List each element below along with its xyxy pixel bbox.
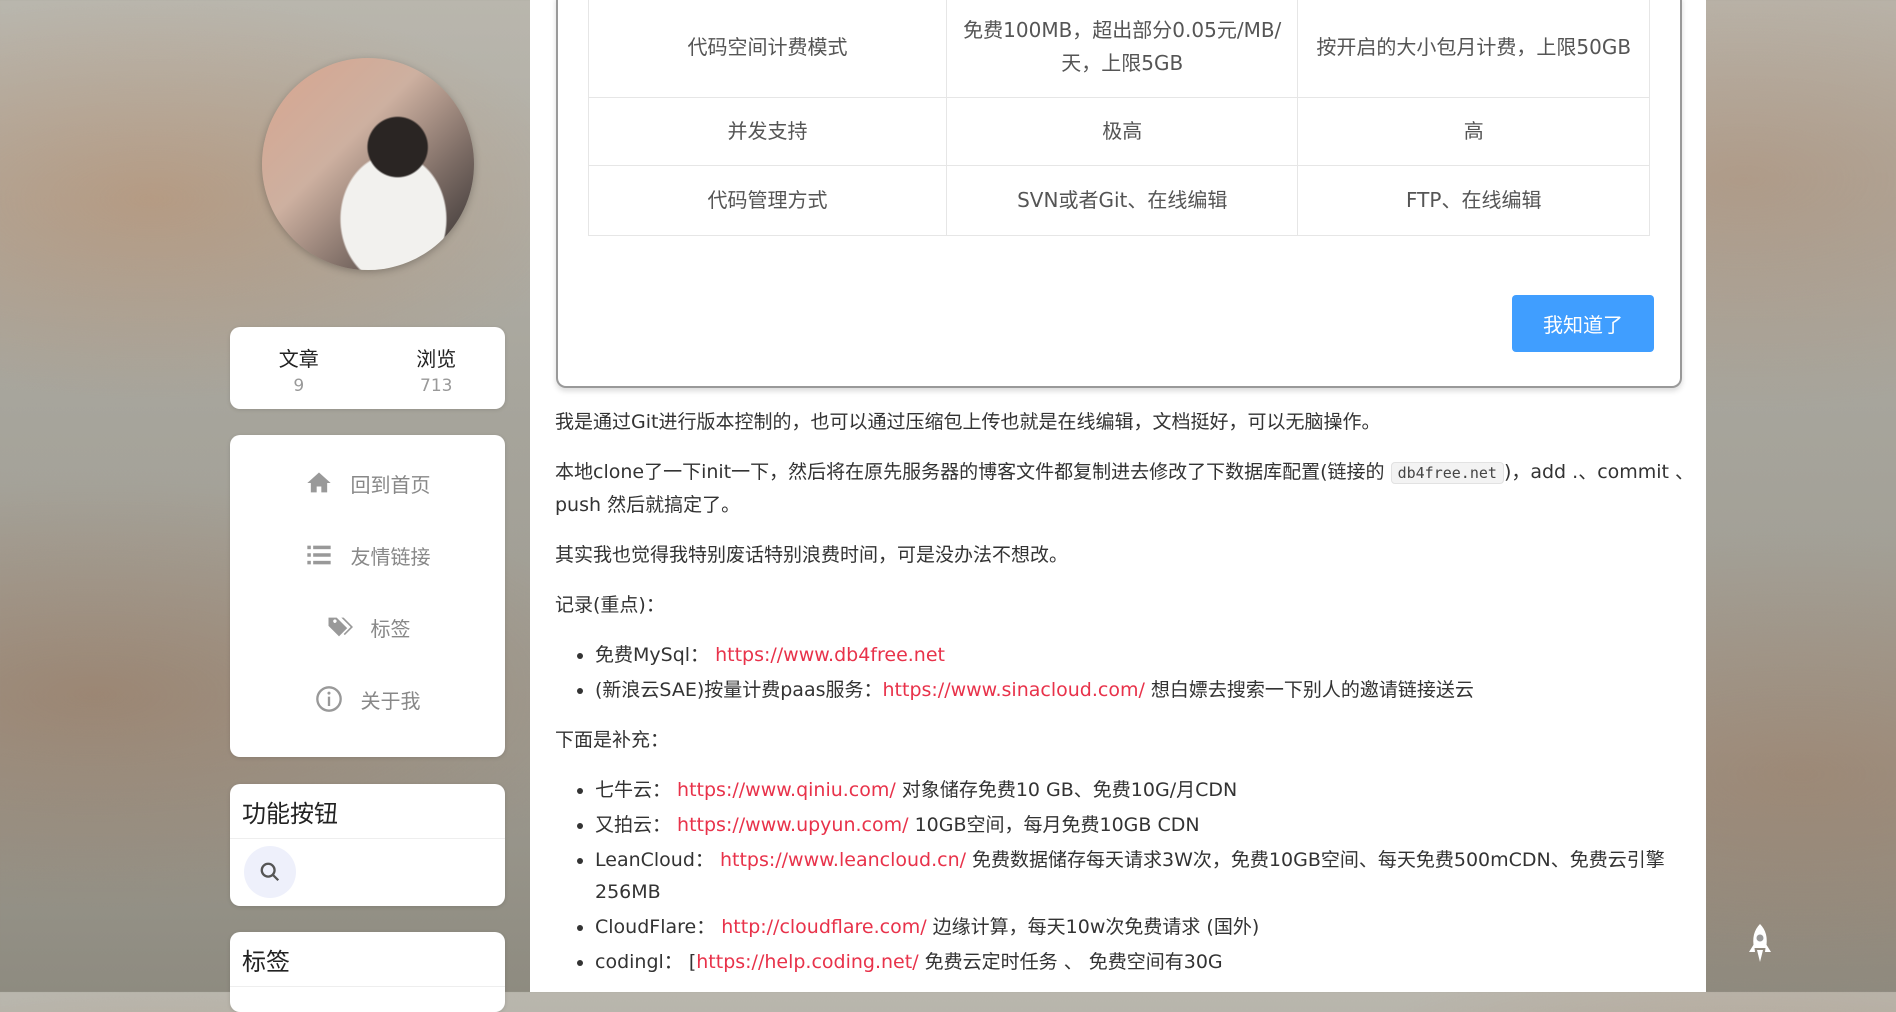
- tags-panel: 标签: [230, 932, 505, 1012]
- paragraph: 其实我也觉得我特别废话特别浪费时间，可是没办法不想改。: [555, 544, 1069, 566]
- back-to-top-rocket-icon[interactable]: [1746, 922, 1774, 966]
- table-cell: SVN或者Git、在线编辑: [945, 165, 1299, 236]
- stats-card: 文章 9 浏览 713: [230, 327, 505, 409]
- stat-label: 浏览: [416, 347, 457, 371]
- stat-views[interactable]: 浏览 713: [368, 327, 506, 409]
- tags-icon: [328, 617, 353, 637]
- stat-label: 文章: [278, 347, 319, 371]
- table-row: 代码空间计费模式 免费100MB，超出部分0.05元/MB/天，上限5GB 按开…: [588, 0, 1650, 98]
- menu-item-about[interactable]: 关于我: [230, 663, 505, 735]
- text: 边缘计算，每天10w次免费请求 (国外): [926, 916, 1260, 938]
- section-title: 记录(重点)：: [555, 594, 665, 616]
- text: 本地clone了一下init一下，然后将在原先服务器的博客文件都复制进去修改了下…: [555, 461, 1391, 483]
- table-cell: 并发支持: [588, 97, 947, 166]
- text: 免费云定时任务 、 免费空间有30G: [918, 951, 1223, 973]
- text: 七牛云：: [595, 779, 678, 801]
- list-item: CloudFlare： http://cloudflare.com/ 边缘计算，…: [595, 911, 1695, 943]
- search-icon: [260, 862, 280, 882]
- menu-item-tags[interactable]: 标签: [230, 591, 505, 663]
- list-item: 又拍云： https://www.upyun.com/ 10GB空间，每月免费1…: [595, 809, 1695, 841]
- table-cell: 高: [1297, 97, 1650, 166]
- table-row: 代码管理方式 SVN或者Git、在线编辑 FTP、在线编辑: [588, 165, 1650, 236]
- text: LeanCloud：: [595, 849, 720, 871]
- text: 又拍云：: [595, 814, 678, 836]
- main-content: 代码空间计费模式 免费100MB，超出部分0.05元/MB/天，上限5GB 按开…: [530, 0, 1706, 992]
- stat-value: 713: [420, 376, 453, 396]
- link[interactable]: http://cloudflare.com/: [721, 916, 926, 938]
- link[interactable]: https://www.db4free.net: [715, 644, 945, 666]
- info-icon: [315, 686, 342, 712]
- panel-title: 功能按钮: [230, 784, 505, 839]
- menu-item-label: 友情链接: [350, 544, 431, 569]
- search-button[interactable]: [244, 846, 296, 898]
- function-panel: 功能按钮: [230, 784, 505, 906]
- text: 免费MySql：: [595, 644, 716, 666]
- link[interactable]: https://www.leancloud.cn/: [720, 849, 966, 871]
- article-body: 我是通过Git进行版本控制的，也可以通过压缩包上传也就是在线编辑，文档挺好，可以…: [555, 406, 1695, 996]
- link[interactable]: https://www.qiniu.com/: [677, 779, 896, 801]
- list-item: (新浪云SAE)按量计费paas服务：https://www.sinacloud…: [595, 674, 1695, 706]
- menu-item-label: 回到首页: [350, 472, 431, 497]
- dialog: 代码空间计费模式 免费100MB，超出部分0.05元/MB/天，上限5GB 按开…: [556, 0, 1682, 388]
- menu-item-links[interactable]: 友情链接: [230, 519, 505, 591]
- menu-item-label: 标签: [370, 616, 411, 641]
- text: 10GB空间，每月免费10GB CDN: [908, 814, 1200, 836]
- table-row: 并发支持 极高 高: [588, 97, 1650, 166]
- nav-menu: 回到首页 友情链接 标签 关于我: [230, 435, 505, 757]
- menu-item-home[interactable]: 回到首页: [230, 447, 505, 519]
- list-item: 免费MySql： https://www.db4free.net: [595, 639, 1695, 671]
- avatar: [262, 58, 474, 270]
- comparison-table: 代码空间计费模式 免费100MB，超出部分0.05元/MB/天，上限5GB 按开…: [588, 0, 1650, 236]
- text: CloudFlare：: [595, 916, 722, 938]
- list-icon: [306, 545, 331, 565]
- list-item: LeanCloud： https://www.leancloud.cn/ 免费数…: [595, 844, 1695, 908]
- paragraph: 我是通过Git进行版本控制的，也可以通过压缩包上传也就是在线编辑，文档挺好，可以…: [555, 411, 1381, 433]
- text: (新浪云SAE)按量计费paas服务：: [595, 679, 883, 701]
- list-item: 七牛云： https://www.qiniu.com/ 对象储存免费10 GB、…: [595, 774, 1695, 806]
- panel-title: 标签: [230, 932, 505, 987]
- home-icon: [306, 472, 331, 493]
- stat-value: 9: [293, 376, 305, 396]
- table-cell: 按开启的大小包月计费，上限50GB: [1297, 0, 1650, 98]
- text: 对象储存免费10 GB、免费10G/月CDN: [895, 779, 1238, 801]
- extra-list: 七牛云： https://www.qiniu.com/ 对象储存免费10 GB、…: [555, 774, 1695, 978]
- table-cell: 免费100MB，超出部分0.05元/MB/天，上限5GB: [945, 0, 1299, 98]
- link[interactable]: https://www.upyun.com/: [677, 814, 908, 836]
- link[interactable]: https://www.sinacloud.com/: [883, 679, 1145, 701]
- text: 想白嫖去搜索一下别人的邀请链接送云: [1144, 679, 1474, 701]
- section-title: 下面是补充：: [555, 729, 670, 751]
- inline-code: db4free.net: [1390, 462, 1504, 484]
- paragraph: 本地clone了一下init一下，然后将在原先服务器的博客文件都复制进去修改了下…: [555, 456, 1695, 521]
- link[interactable]: https://help.coding.net/: [696, 951, 918, 973]
- table-cell: FTP、在线编辑: [1297, 165, 1650, 236]
- table-cell: 代码空间计费模式: [588, 0, 947, 98]
- menu-item-label: 关于我: [360, 688, 421, 713]
- ok-button[interactable]: 我知道了: [1512, 295, 1654, 352]
- list-item: codingl： [https://help.coding.net/ 免费云定时…: [595, 946, 1695, 978]
- record-list: 免费MySql： https://www.db4free.net (新浪云SAE…: [555, 639, 1695, 706]
- text: codingl： [: [595, 951, 697, 973]
- stat-articles[interactable]: 文章 9: [230, 327, 368, 409]
- table-cell: 代码管理方式: [588, 165, 947, 236]
- table-cell: 极高: [945, 97, 1299, 166]
